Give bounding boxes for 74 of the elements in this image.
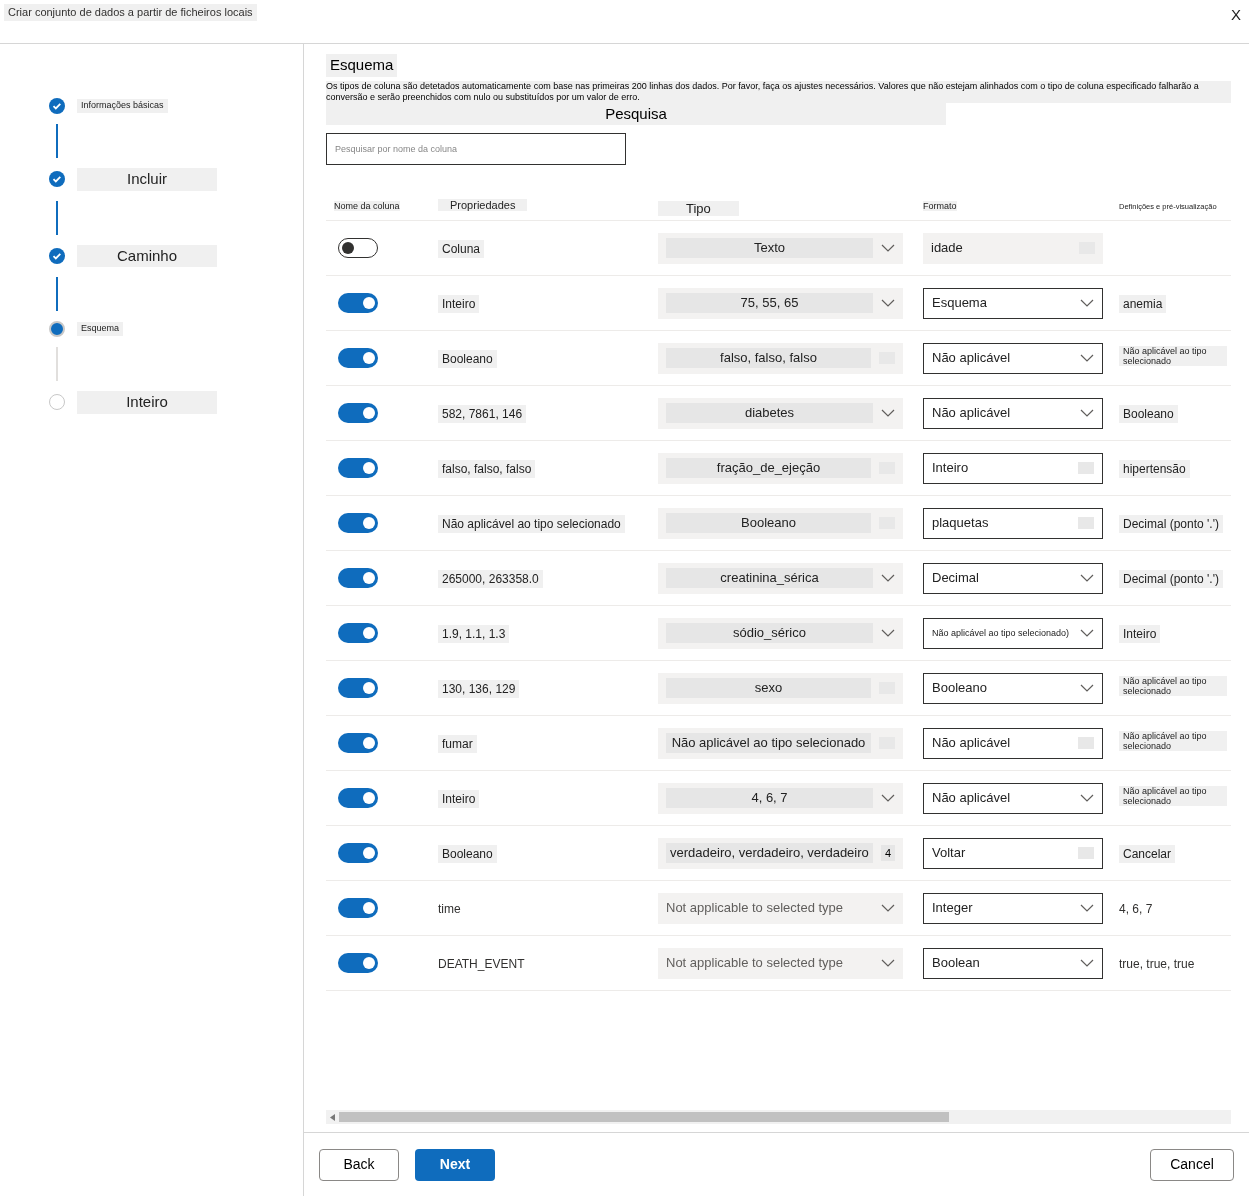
format-dropdown[interactable]: plaquetas [923,507,1103,539]
property-text: Inteiro [438,790,480,808]
step-label[interactable]: Esquema [77,322,124,336]
format-dropdown[interactable]: Voltar [923,837,1103,869]
type-dropdown[interactable]: 4, 6, 7 [658,782,903,814]
column-header[interactable]: Tipo [658,200,739,216]
property-text: fumar [438,735,477,753]
search-field[interactable]: Pesquisar por nome da coluna [326,133,626,165]
property-text: Coluna [438,240,485,258]
column-header[interactable]: Nome da coluna [334,200,400,211]
format-dropdown[interactable]: Decimal [923,562,1103,594]
preview-text: Inteiro [1119,625,1161,643]
step-label[interactable]: Incluir [77,168,217,191]
preview-text: Não aplicável ao tipo selecionado [1119,675,1227,696]
section-title: Esquema [326,54,398,77]
preview-text: 4, 6, 7 [1119,901,1153,918]
format-dropdown[interactable]: Inteiro [923,452,1103,484]
property-text: 265000, 263358.0 [438,570,543,588]
property-text: 130, 136, 129 [438,680,520,698]
back-button[interactable]: Back [319,1148,399,1181]
step-label[interactable]: Caminho [77,244,217,267]
search-label: Pesquisa [326,102,946,125]
format-dropdown[interactable]: Boolean [923,947,1103,979]
preview-text: Não aplicável ao tipo selecionado [1119,345,1227,366]
preview-text: anemia [1119,295,1167,313]
property-text: DEATH_EVENT [438,956,525,973]
type-dropdown[interactable]: Não aplicável ao tipo selecionado [658,727,903,759]
property-text: time [438,901,461,918]
type-dropdown[interactable]: creatinina_sérica [658,562,903,594]
type-dropdown[interactable]: Texto [658,232,903,264]
type-dropdown[interactable]: sexo [658,672,903,704]
format-dropdown[interactable]: Booleano [923,672,1103,704]
format-dropdown[interactable]: idade [923,232,1103,264]
preview-text: Booleano [1119,405,1178,423]
type-dropdown[interactable]: sódio_sérico [658,617,903,649]
format-dropdown[interactable]: Não aplicável [923,342,1103,374]
format-dropdown[interactable]: Não aplicável [923,727,1103,759]
type-dropdown[interactable]: 75, 55, 65 [658,287,903,319]
column-header[interactable]: Propriedades [438,198,528,211]
format-dropdown[interactable]: Não aplicável [923,397,1103,429]
preview-text: Não aplicável ao tipo selecionado [1119,730,1227,751]
close-button[interactable]: X [1227,4,1245,27]
property-text: 1.9, 1.1, 1.3 [438,625,510,643]
next-button[interactable]: Next [415,1148,495,1181]
format-dropdown[interactable]: Integer [923,892,1103,924]
column-header[interactable]: Formato [923,200,957,211]
format-dropdown[interactable]: Não aplicável ao tipo selecionado) [923,617,1103,649]
type-dropdown[interactable]: Not applicable to selected type [658,892,903,924]
type-dropdown[interactable]: fração_de_ejeção [658,452,903,484]
property-text: 582, 7861, 146 [438,405,527,423]
type-dropdown[interactable]: diabetes [658,397,903,429]
property-text: Booleano [438,845,497,863]
type-dropdown[interactable]: Booleano [658,507,903,539]
cancel-button[interactable]: Cancel [1150,1148,1234,1181]
property-text: Inteiro [438,295,480,313]
preview-text: Não aplicável ao tipo selecionado [1119,785,1227,806]
property-text: falso, falso, falso [438,460,536,478]
description-text: Os tipos de coluna são detetados automaticamente com base nas primeiras 200 linhas dos dados. Por favor, faça os ajustes necessários. Valores que não estejam alinhados com o tipo de coluna especificado falharão a conversão e serão preenchidos com nulo ou substituídos por um valor de erro. [326,80,1231,103]
preview-text: Decimal (ponto '.') [1119,515,1223,533]
format-dropdown[interactable]: Esquema [923,287,1103,319]
type-dropdown[interactable]: falso, falso, falso [658,342,903,374]
type-dropdown[interactable]: Not applicable to selected type [658,947,903,979]
count-badge: 4 [880,844,895,862]
type-dropdown[interactable]: verdadeiro, verdadeiro, verdadeiro 4 [658,837,903,869]
preview-text: Cancelar [1119,845,1176,863]
step-label[interactable]: Inteiro [77,391,217,414]
property-text: Não aplicável ao tipo selecionado [438,515,625,533]
format-dropdown[interactable]: Não aplicável [923,782,1103,814]
step-label[interactable]: Informações básicas [77,99,168,113]
preview-text: Decimal (ponto '.') [1119,570,1223,588]
preview-text: true, true, true [1119,956,1195,973]
preview-text: hipertensão [1119,460,1190,478]
window-title: Criar conjunto de dados a partir de ficheiros locais [4,4,257,21]
property-text: Booleano [438,350,497,368]
